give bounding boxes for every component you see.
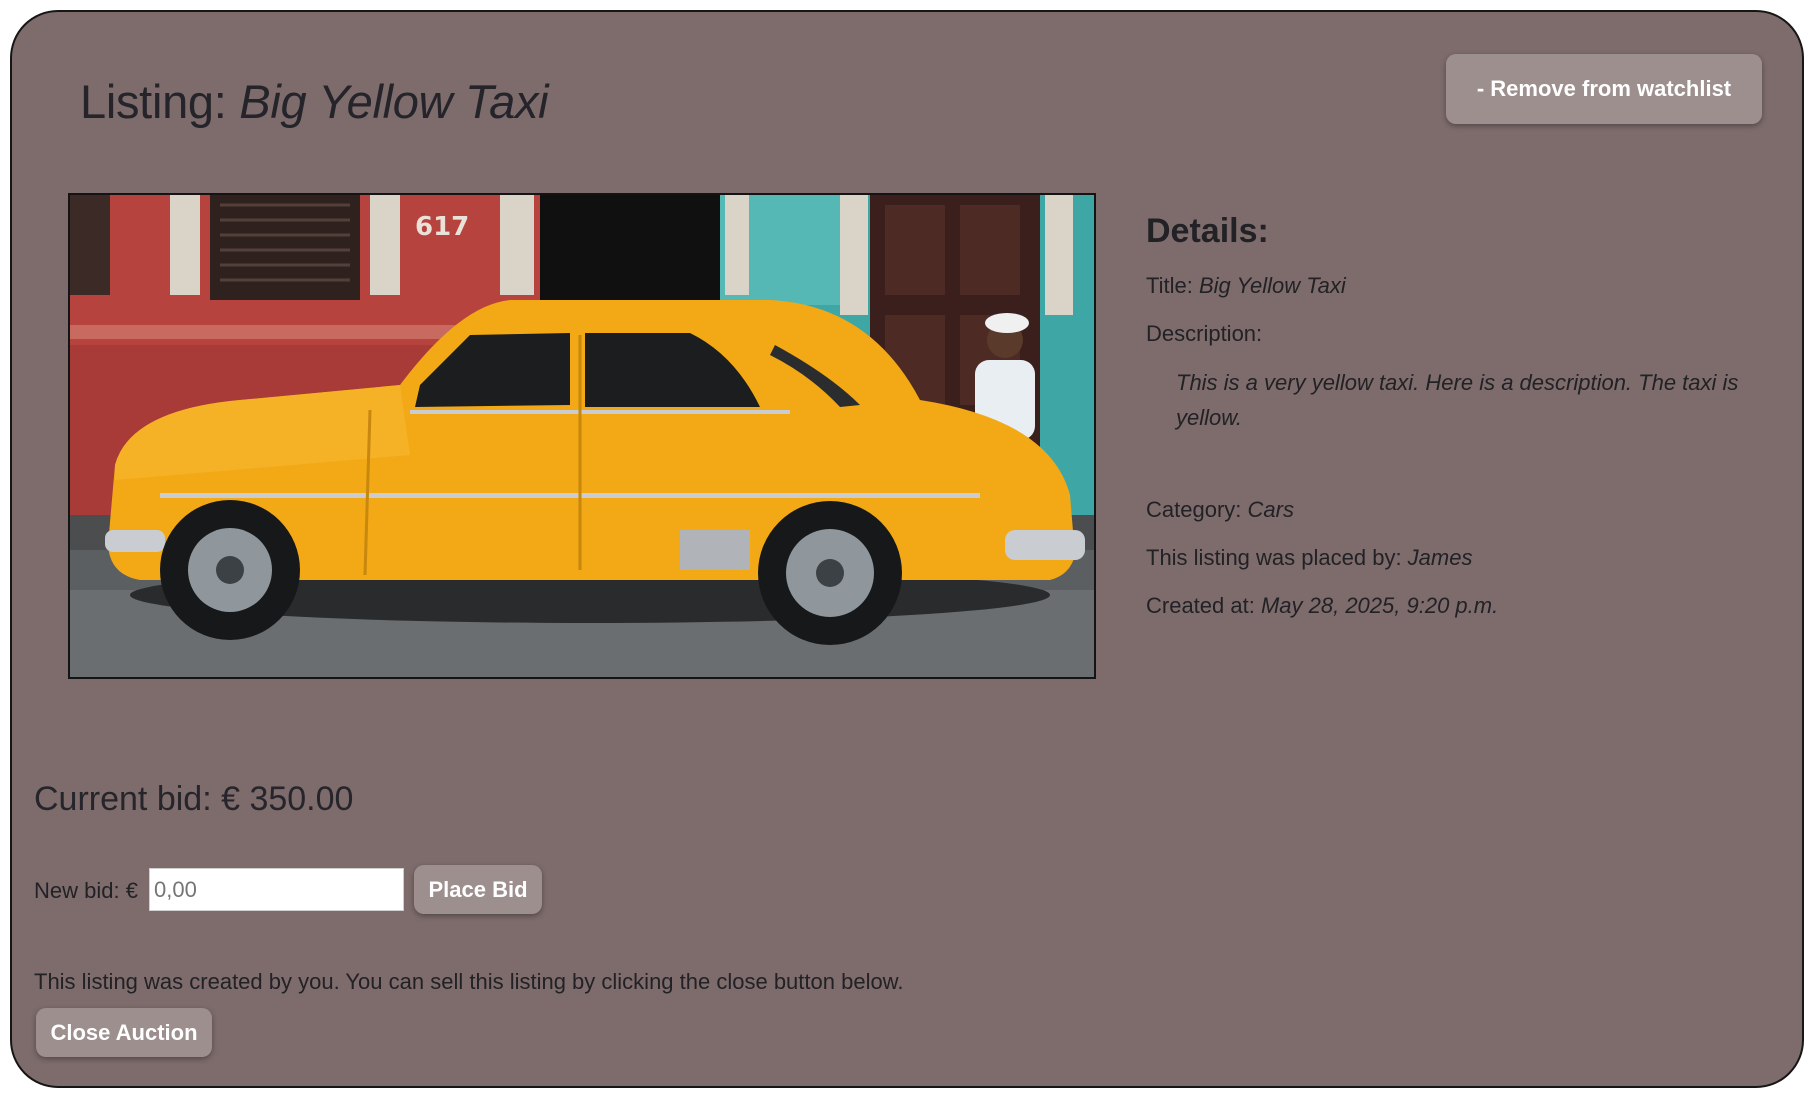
detail-category: Category: Cars: [1146, 497, 1294, 522]
title-prefix: Listing:: [80, 75, 240, 128]
details-panel: Details: Title: Big Yellow Taxi Descript…: [1146, 212, 1766, 641]
detail-created-at: Created at: May 28, 2025, 9:20 p.m.: [1146, 593, 1499, 618]
detail-description-label: Description:: [1146, 321, 1263, 346]
owner-note: This listing was created by you. You can…: [34, 969, 904, 994]
remove-from-watchlist-button[interactable]: - Remove from watchlist: [1446, 54, 1762, 124]
listing-image: 617: [68, 193, 1096, 679]
detail-description: This is a very yellow taxi. Here is a de…: [1176, 370, 1739, 430]
listing-page: Listing: Big Yellow Taxi - Remove from w…: [10, 10, 1804, 1088]
place-bid-button[interactable]: Place Bid: [414, 865, 542, 914]
taxi-photo: 617: [70, 195, 1094, 677]
current-bid: Current bid: € 350.00: [34, 780, 354, 818]
listing-name: Big Yellow Taxi: [239, 75, 549, 128]
details-heading: Details:: [1146, 212, 1269, 250]
new-bid-label: New bid: €: [34, 878, 138, 903]
new-bid-input[interactable]: [149, 868, 404, 911]
detail-title: Title: Big Yellow Taxi: [1146, 273, 1346, 298]
page-title: Listing: Big Yellow Taxi: [80, 74, 549, 129]
close-auction-button[interactable]: Close Auction: [36, 1008, 212, 1057]
detail-placed-by: This listing was placed by: James: [1146, 545, 1473, 570]
svg-text:617: 617: [415, 212, 469, 242]
